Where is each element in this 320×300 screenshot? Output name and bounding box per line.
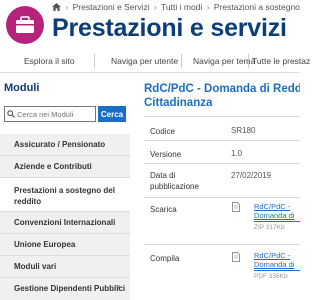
- site-header: › Prestazioni e Servizi › Tutti i modi ›…: [0, 0, 310, 74]
- row-divider: [144, 163, 300, 164]
- sidebar-item-label: Gestione Dipendenti Pubblici: [14, 284, 126, 293]
- sidebar-item-prestazioni-sostegno[interactable]: Prestazioni a sostegno del reddito: [0, 178, 130, 212]
- search-icon: [7, 110, 15, 118]
- field-value-data: 27/02/2019: [231, 171, 272, 180]
- top-navigation: Esplora il sito Naviga per utente Naviga…: [0, 52, 310, 72]
- sidebar-item-label: Unione Europea: [14, 240, 76, 249]
- sidebar-item-gestione-dipendenti[interactable]: Gestione Dipendenti Pubblici +: [0, 278, 130, 300]
- sidebar-item-unione-europea[interactable]: Unione Europea: [0, 234, 130, 256]
- sidebar-item-label: Assicurato / Pensionato: [14, 140, 106, 149]
- sidebar: Moduli Cerca Assicurato / Pensionato Azi…: [0, 78, 130, 300]
- document-detail: RdC/PdC - Domanda di Reddito di Cittadin…: [140, 78, 300, 300]
- sidebar-item-label: Aziende e Contributi: [14, 162, 92, 171]
- breadcrumb-link-tutti[interactable]: Tutti i modi: [161, 2, 202, 12]
- sidebar-item-aziende[interactable]: Aziende e Contributi: [0, 156, 130, 178]
- search-field: [4, 106, 96, 122]
- nav-divider: [248, 54, 249, 68]
- nav-esplora[interactable]: Esplora il sito: [24, 56, 75, 66]
- row-divider: [144, 244, 300, 245]
- field-label-versione: Versione: [150, 150, 182, 159]
- sidebar-item-moduli-vari[interactable]: Moduli vari: [0, 256, 130, 278]
- sidebar-item-label: Prestazioni a sostegno del reddito: [14, 186, 115, 206]
- search-input[interactable]: [17, 107, 93, 121]
- sidebar-title: Moduli: [4, 82, 40, 94]
- sidebar-item-assicurato[interactable]: Assicurato / Pensionato: [0, 134, 130, 156]
- link-underline: [254, 270, 300, 271]
- row-divider: [144, 197, 300, 198]
- field-label-data: Data di pubblicazione: [150, 171, 199, 191]
- download-link[interactable]: RdC/PdC - Domanda di Reddito di Cittadin…: [254, 202, 300, 221]
- search-button[interactable]: Cerca: [98, 106, 126, 122]
- nav-divider: [94, 54, 95, 68]
- row-divider: [144, 116, 300, 117]
- nav-divider: [181, 54, 182, 68]
- sidebar-item-convenzioni[interactable]: Convenzioni Internazionali: [0, 212, 130, 234]
- sidebar-menu: Assicurato / Pensionato Aziende e Contri…: [0, 134, 130, 300]
- compile-link[interactable]: RdC/PdC - Domanda di Reddito di Cittadin…: [254, 251, 300, 270]
- nav-tutte[interactable]: Tutte le prestaz: [252, 56, 310, 66]
- document-title: RdC/PdC - Domanda di Reddito di Cittadin…: [144, 83, 300, 109]
- breadcrumb-link-prestazioni[interactable]: Prestazioni e Servizi: [73, 2, 150, 12]
- field-label-compila: Compila: [150, 254, 180, 263]
- file-size: ZIP 317Kb: [254, 224, 285, 231]
- field-label-codice: Codice: [150, 127, 175, 136]
- file-size: PDF 336Kb: [254, 273, 288, 280]
- page-title: Prestazioni e servizi: [52, 14, 287, 42]
- file-pdf-icon: [232, 252, 240, 262]
- field-value-codice: SR180: [231, 126, 256, 135]
- nav-tema[interactable]: Naviga per tema: [193, 56, 255, 66]
- sidebar-item-label: Moduli vari: [14, 262, 57, 271]
- breadcrumb-link-sostegno[interactable]: Prestazioni a sostegno del reddito: [214, 2, 300, 12]
- row-divider: [144, 140, 300, 141]
- header-divider: [0, 72, 300, 73]
- inps-logo-icon[interactable]: [6, 6, 44, 44]
- nav-utente[interactable]: Naviga per utente: [111, 56, 178, 66]
- field-label-scarica: Scarica: [150, 205, 177, 214]
- field-value-versione: 1.0: [231, 149, 243, 158]
- breadcrumb: › Prestazioni e Servizi › Tutti i modi ›…: [52, 2, 300, 14]
- link-underline: [254, 221, 300, 222]
- expand-icon[interactable]: +: [116, 278, 122, 300]
- home-icon[interactable]: [52, 3, 61, 11]
- sidebar-item-label: Convenzioni Internazionali: [14, 218, 116, 227]
- file-zip-icon: [232, 202, 240, 212]
